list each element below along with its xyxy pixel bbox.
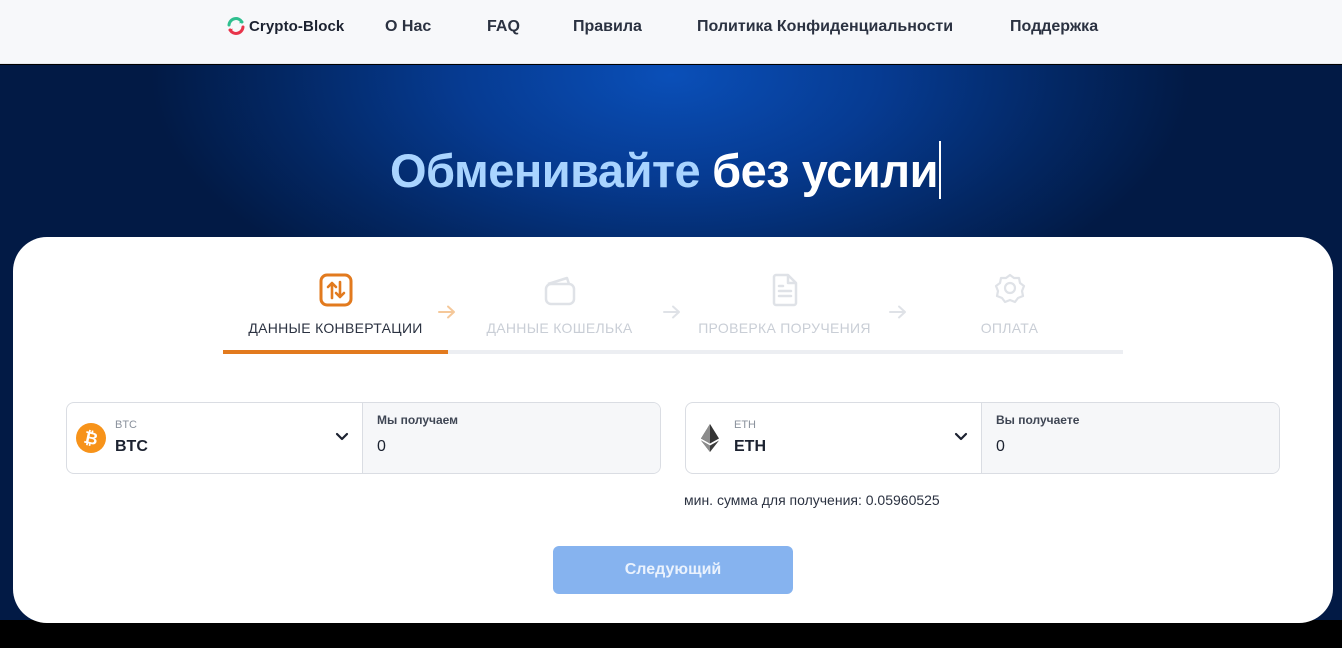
hero-title-typed: без усили bbox=[712, 143, 938, 197]
top-navbar: Crypto-Block О Нас FAQ Правила Политика … bbox=[0, 0, 1342, 64]
chevron-down-icon bbox=[954, 432, 968, 441]
send-amount-input[interactable]: 0 bbox=[377, 438, 386, 456]
step-label: ПРОВЕРКА ПОРУЧЕНИЯ bbox=[698, 320, 871, 336]
bitcoin-icon: ₿ bbox=[76, 423, 106, 453]
ethereum-icon bbox=[701, 424, 719, 452]
receive-amount-label: Вы получаете bbox=[996, 413, 1080, 427]
brand-logo[interactable]: Crypto-Block bbox=[226, 15, 344, 37]
step-label: ОПЛАТА bbox=[980, 320, 1039, 336]
nav-link-support[interactable]: Поддержка bbox=[1010, 18, 1098, 36]
step-label: ДАННЫЕ КОШЕЛЬКА bbox=[486, 320, 633, 336]
send-currency-caption: BTC bbox=[115, 419, 137, 431]
hero-title: Обменивайте без усили bbox=[390, 141, 941, 199]
min-amount-note: мин. сумма для получения: 0.05960525 bbox=[684, 492, 940, 508]
step-order-check[interactable]: ПРОВЕРКА ПОРУЧЕНИЯ bbox=[672, 273, 897, 336]
step-label: ДАННЫЕ КОНВЕРТАЦИИ bbox=[248, 320, 423, 336]
receive-currency-caption: ETH bbox=[734, 419, 756, 431]
send-currency-value: BTC bbox=[115, 438, 148, 455]
receive-amount-input[interactable]: 0 bbox=[996, 438, 1005, 456]
nav-link-rules[interactable]: Правила bbox=[573, 18, 642, 36]
send-amount-label: Мы получаем bbox=[377, 413, 459, 427]
send-amount-field[interactable]: Мы получаем 0 bbox=[363, 403, 660, 473]
nav-link-faq[interactable]: FAQ bbox=[487, 18, 520, 36]
exchange-card: ДАННЫЕ КОНВЕРТАЦИИ ДАННЫЕ КОШЕЛЬКА ПРОВЕ… bbox=[13, 237, 1333, 623]
step-progress-track bbox=[223, 350, 1123, 354]
wallet-icon bbox=[544, 276, 575, 306]
step-payment[interactable]: ОПЛАТА bbox=[897, 273, 1122, 336]
page-bottom-strip bbox=[0, 620, 1342, 648]
hero-title-highlight: Обменивайте bbox=[390, 143, 701, 197]
brand-name: Crypto-Block bbox=[249, 17, 345, 35]
next-button[interactable]: Следующий bbox=[553, 546, 793, 594]
receive-currency-field: ETH ETH Вы получаете 0 bbox=[685, 402, 1280, 474]
award-icon bbox=[994, 273, 1025, 304]
swap-icon bbox=[319, 273, 352, 307]
chevron-down-icon bbox=[335, 432, 349, 441]
step-conversion-data[interactable]: ДАННЫЕ КОНВЕРТАЦИИ bbox=[223, 273, 448, 336]
send-currency-field: ₿ BTC BTC Мы получаем 0 bbox=[66, 402, 661, 474]
receive-currency-value: ETH bbox=[734, 438, 766, 455]
send-currency-select[interactable]: ₿ BTC BTC bbox=[67, 403, 363, 473]
receive-currency-select[interactable]: ETH ETH bbox=[686, 403, 982, 473]
nav-link-about[interactable]: О Нас bbox=[385, 18, 431, 36]
document-icon bbox=[772, 273, 797, 307]
exchange-logo-icon bbox=[227, 17, 245, 35]
step-progress-fill bbox=[223, 350, 448, 354]
typing-caret bbox=[938, 141, 941, 199]
step-wallet-data[interactable]: ДАННЫЕ КОШЕЛЬКА bbox=[447, 273, 672, 336]
receive-amount-field[interactable]: Вы получаете 0 bbox=[982, 403, 1279, 473]
nav-link-privacy[interactable]: Политика Конфиденциальности bbox=[697, 18, 953, 36]
